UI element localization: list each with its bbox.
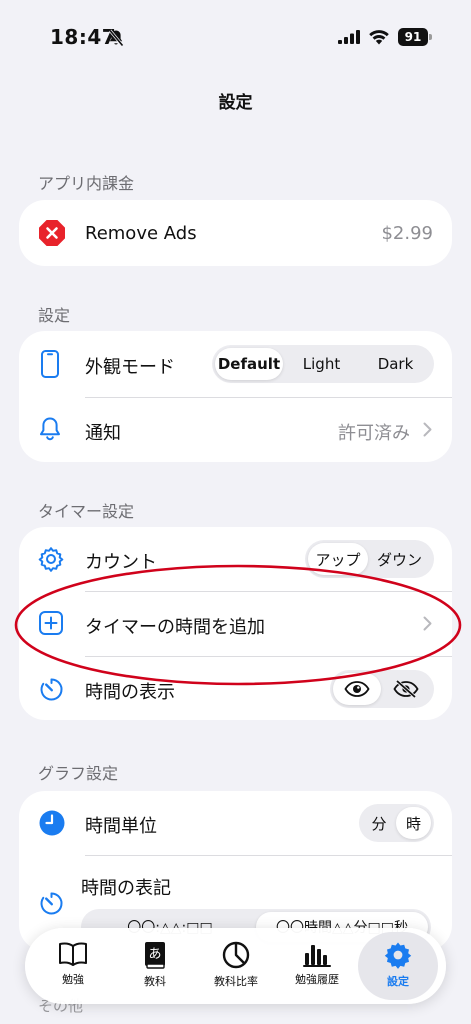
tab-subjects-label: 教科 <box>144 975 166 988</box>
tab-study-label: 勉強 <box>62 973 84 986</box>
remove-ads-icon <box>39 220 65 246</box>
add-timer-time-row[interactable]: タイマーの時間を追加 <box>19 592 452 656</box>
remove-ads-price: $2.99 <box>381 223 433 244</box>
tab-study-history-label: 勉強履歴 <box>295 973 339 986</box>
pie-chart-icon <box>222 941 250 969</box>
gear-icon <box>384 942 412 969</box>
eye-slash-icon <box>393 680 419 698</box>
time-unit-option-hours[interactable]: 時 <box>396 807 431 839</box>
appearance-option-dark[interactable]: Dark <box>360 348 431 380</box>
appearance-segmented-control: Default Light Dark <box>212 345 434 383</box>
book-icon <box>59 942 87 966</box>
graph-card: 時間単位 分 時 時間の表記 〇〇:△△:□□ 〇〇時間△△分□□秒 <box>19 791 452 951</box>
gear-icon <box>38 547 64 572</box>
bell-slash-icon <box>108 29 124 47</box>
svg-text:あ: あ <box>148 947 161 962</box>
add-timer-time-label: タイマーの時間を追加 <box>85 617 265 638</box>
time-unit-segmented-control: 分 時 <box>359 804 434 842</box>
count-segmented-control: アップ ダウン <box>305 540 434 578</box>
section-header-timer: タイマー設定 <box>38 502 135 521</box>
count-row: カウント アップ ダウン <box>19 527 452 591</box>
show-time-option[interactable] <box>333 673 381 705</box>
section-header-graph: グラフ設定 <box>38 764 119 783</box>
timer-icon <box>40 892 63 915</box>
bell-icon <box>40 417 60 441</box>
bar-chart-icon <box>303 945 331 967</box>
eye-icon <box>344 681 370 697</box>
time-unit-option-minutes[interactable]: 分 <box>362 807 396 839</box>
tab-study-history[interactable]: 勉強履歴 <box>277 932 357 1000</box>
display-time-segmented-control <box>330 670 434 708</box>
tab-subjects[interactable]: あ 教科 <box>115 932 195 1000</box>
section-header-iap: アプリ内課金 <box>38 174 135 193</box>
appearance-row: 外観モード Default Light Dark <box>19 331 452 397</box>
tab-settings-label: 設定 <box>387 975 409 988</box>
chevron-right-icon <box>423 422 432 437</box>
notifications-row[interactable]: 通知 許可済み <box>19 398 452 462</box>
tab-bar: 勉強 あ 教科 教科比率 勉強履歴 設定 <box>25 928 446 1004</box>
remove-ads-row[interactable]: Remove Ads $2.99 <box>19 200 452 266</box>
display-time-row: 時間の表示 <box>19 657 452 720</box>
time-format-label: 時間の表記 <box>81 878 171 899</box>
tab-study[interactable]: 勉強 <box>33 932 113 1000</box>
section-header-settings: 設定 <box>38 306 71 325</box>
status-bar: 18:47 91 <box>0 0 471 76</box>
clock-icon <box>39 810 65 836</box>
appearance-option-light[interactable]: Light <box>283 348 360 380</box>
count-option-up[interactable]: アップ <box>308 543 368 575</box>
time-unit-label: 時間単位 <box>85 816 157 837</box>
hide-time-option[interactable] <box>381 673 431 705</box>
remove-ads-label: Remove Ads <box>85 223 197 244</box>
appearance-label: 外観モード <box>85 357 175 378</box>
page-title: 設定 <box>218 93 253 113</box>
battery-tip <box>429 34 432 40</box>
count-option-down[interactable]: ダウン <box>368 543 431 575</box>
tab-subject-ratio-label: 教科比率 <box>214 975 258 988</box>
cellular-signal-icon <box>338 30 360 44</box>
notifications-value: 許可済み <box>338 423 410 444</box>
tab-settings[interactable]: 設定 <box>358 932 438 1000</box>
iphone-icon <box>41 350 59 378</box>
display-time-label: 時間の表示 <box>85 682 175 703</box>
dictionary-icon: あ <box>145 942 165 969</box>
timer-card: カウント アップ ダウン タイマーの時間を追加 時間の表示 <box>19 527 452 720</box>
notifications-label: 通知 <box>85 423 121 444</box>
tab-subject-ratio[interactable]: 教科比率 <box>196 932 276 1000</box>
count-label: カウント <box>85 552 157 573</box>
wifi-icon <box>369 30 389 45</box>
time-unit-row: 時間単位 分 時 <box>19 791 452 855</box>
chevron-right-icon <box>423 616 432 631</box>
plus-square-icon <box>39 611 63 635</box>
settings-card: 外観モード Default Light Dark 通知 許可済み <box>19 331 452 462</box>
timer-icon <box>40 678 63 701</box>
iap-card: Remove Ads $2.99 <box>19 200 452 266</box>
battery-level: 91 <box>398 28 428 46</box>
status-time: 18:47 <box>50 25 117 49</box>
appearance-option-default[interactable]: Default <box>215 348 283 380</box>
